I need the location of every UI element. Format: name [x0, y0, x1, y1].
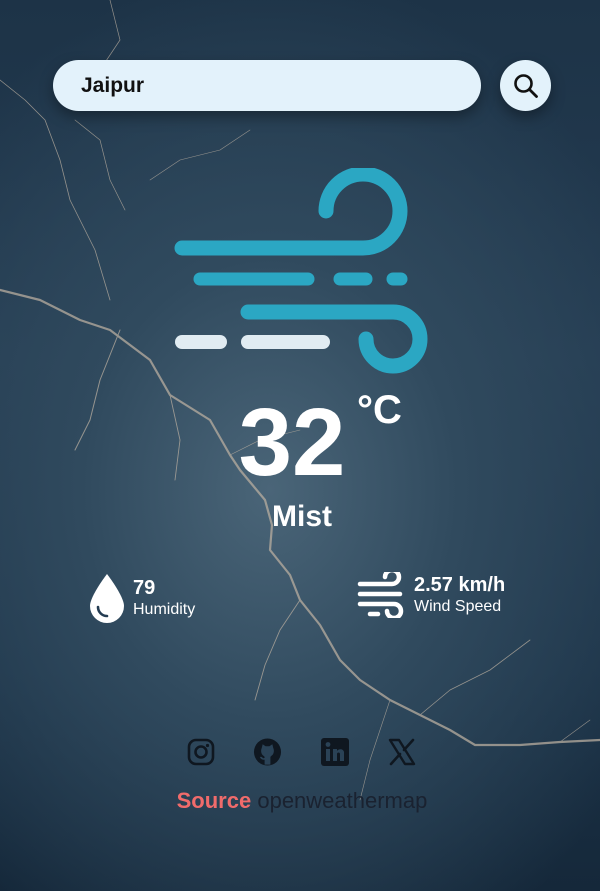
linkedin-icon: [320, 737, 349, 766]
temperature: 32: [0, 388, 600, 498]
github-icon: [253, 737, 282, 766]
wind-weather-icon: [174, 168, 428, 374]
humidity-label: Humidity: [133, 601, 196, 618]
temperature-value: 32: [238, 389, 346, 496]
wind-speed-label: Wind Speed: [414, 598, 502, 615]
social-links: [186, 737, 416, 766]
water-drop-icon: [90, 574, 124, 623]
instagram-link[interactable]: [186, 737, 215, 766]
wind-text: 2.57 km/h Wind Speed: [414, 573, 505, 617]
search-icon: [513, 73, 538, 98]
weather-app: 32 °C Mist 79 Humidity 2.57 km/h Wind Sp…: [0, 0, 600, 891]
github-link[interactable]: [253, 737, 282, 766]
x-icon: [388, 738, 415, 765]
source-credit: Source openweathermap: [0, 788, 600, 814]
wind-detail: 2.57 km/h Wind Speed: [356, 572, 505, 618]
source-link[interactable]: openweathermap: [257, 788, 427, 813]
wind-speed-value: 2.57 km/h: [414, 574, 506, 596]
search-box: [53, 60, 481, 111]
humidity-text: 79 Humidity: [133, 576, 195, 620]
humidity-detail: 79 Humidity: [87, 572, 195, 624]
search-input[interactable]: [79, 72, 455, 99]
humidity-value: 79: [133, 577, 156, 599]
weather-condition: Mist: [272, 500, 332, 533]
source-label: Source: [176, 788, 252, 813]
x-link[interactable]: [387, 737, 416, 766]
wind-icon: [357, 572, 404, 618]
temperature-unit: °C: [357, 388, 402, 432]
linkedin-link[interactable]: [320, 737, 349, 766]
search-button[interactable]: [500, 60, 551, 111]
instagram-icon: [187, 738, 214, 765]
